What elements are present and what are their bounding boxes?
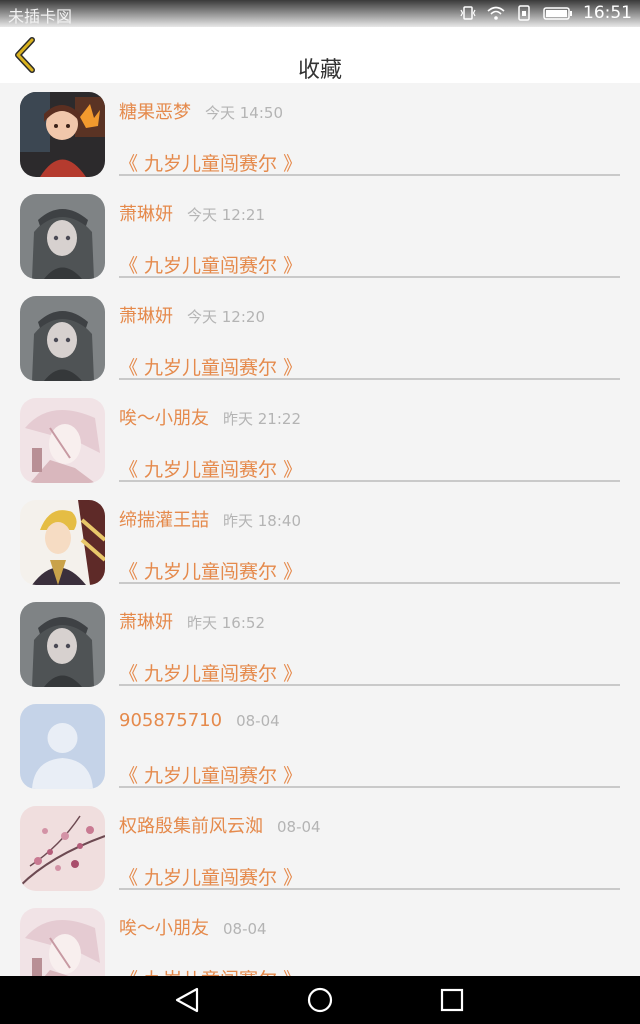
page-title: 收藏 [297,58,342,83]
recent-apps-icon[interactable] [437,986,467,1014]
gray-hat-girl-avatar[interactable] [20,194,105,279]
item-time: 今天 12:20 [187,308,265,326]
item-name[interactable]: 唉～小朋友 08-04 [119,914,267,940]
app-header: 收藏 [0,27,640,83]
item-book-title[interactable]: 《 九岁儿童闯赛尔 》 [119,863,302,890]
favorites-list[interactable]: 糖果恶梦 今天 14:50 《 九岁儿童闯赛尔 》 萧琳妍 今天 12:21 《 九… [0,83,640,976]
blonde-boy-avatar[interactable] [20,500,105,585]
item-name[interactable]: 缔揣灌王喆 昨天 18:40 [119,506,301,532]
item-name[interactable]: 905875710 08-04 [119,710,280,731]
divider [119,888,620,890]
item-book-title[interactable]: 《 九岁儿童闯赛尔 》 [119,965,302,976]
item-name[interactable]: 萧琳妍 昨天 16:52 [119,608,265,634]
divider [119,378,620,380]
gray-hat-girl-avatar[interactable] [20,296,105,381]
item-time: 08-04 [236,712,280,730]
carrier-text: 未插卡図 [8,7,73,26]
status-bar: 未插卡図 16:51 [0,0,640,27]
item-name[interactable]: 唉～小朋友 昨天 21:22 [119,404,301,430]
anime-girl-fire-avatar[interactable] [20,92,105,177]
item-book-title[interactable]: 《 九岁儿童闯赛尔 》 [119,761,302,788]
list-item[interactable]: 糖果恶梦 今天 14:50 《 九岁儿童闯赛尔 》 [0,83,640,185]
item-name[interactable]: 萧琳妍 今天 12:20 [119,302,265,328]
list-item[interactable]: 萧琳妍 今天 12:21 《 九岁儿童闯赛尔 》 [0,185,640,287]
item-book-title[interactable]: 《 九岁儿童闯赛尔 》 [119,251,302,278]
home-circle-icon[interactable] [305,986,335,1014]
list-item[interactable]: 唉～小朋友08-04 《 九岁儿童闯赛尔 》 [0,899,640,976]
divider [119,276,620,278]
item-time: 今天 14:50 [205,104,283,122]
navigation-bar [0,976,640,1024]
back-triangle-icon[interactable] [172,986,202,1014]
divider [119,174,620,176]
list-item[interactable]: 萧琳妍 今天 12:20 《 九岁儿童闯赛尔 》 [0,287,640,389]
item-name[interactable]: 权路殷集前风云洳 08-04 [119,812,321,838]
divider [119,582,620,584]
battery-icon [543,7,572,20]
divider [119,480,620,482]
default-user-avatar[interactable] [20,704,105,789]
item-time: 昨天 21:22 [223,410,301,428]
wifi-icon [487,6,505,20]
item-book-title[interactable]: 《 九岁儿童闯赛尔 》 [119,455,302,482]
list-item[interactable]: 唉～小朋友 昨天 21:22 《 九岁儿童闯赛尔 》 [0,389,640,491]
pink-boy-avatar[interactable] [20,908,105,976]
item-book-title[interactable]: 《 九岁儿童闯赛尔 》 [119,557,302,584]
item-name[interactable]: 糖果恶梦 今天 14:50 [119,98,283,124]
divider [119,684,620,686]
clock: 16:51 [583,3,632,23]
status-icons: 16:51 [459,3,632,23]
item-time: 08-04 [277,818,321,836]
item-book-title[interactable]: 《 九岁儿童闯赛尔 》 [119,353,302,380]
pink-blossom-avatar[interactable] [20,806,105,891]
list-item[interactable]: 905875710 08-04 《 九岁儿童闯赛尔 》 [0,695,640,797]
item-time: 昨天 16:52 [187,614,265,632]
divider [119,786,620,788]
pink-boy-avatar[interactable] [20,398,105,483]
list-item[interactable]: 萧琳妍 昨天 16:52 《 九岁儿童闯赛尔 》 [0,593,640,695]
sim-icon [518,5,530,21]
gray-hat-girl-avatar[interactable] [20,602,105,687]
item-time: 08-04 [223,920,267,938]
item-time: 今天 12:21 [187,206,265,224]
item-book-title[interactable]: 《 九岁儿童闯赛尔 》 [119,149,302,176]
list-item[interactable]: 权路殷集前风云洳 08-04 《 九岁儿童闯赛尔 》 [0,797,640,899]
vibrate-icon [460,6,476,20]
item-book-title[interactable]: 《 九岁儿童闯赛尔 》 [119,659,302,686]
item-name[interactable]: 萧琳妍 今天 12:21 [119,200,265,226]
list-item[interactable]: 缔揣灌王喆 昨天 18:40 《 九岁儿童闯赛尔 》 [0,491,640,593]
item-time: 昨天 18:40 [223,512,301,530]
